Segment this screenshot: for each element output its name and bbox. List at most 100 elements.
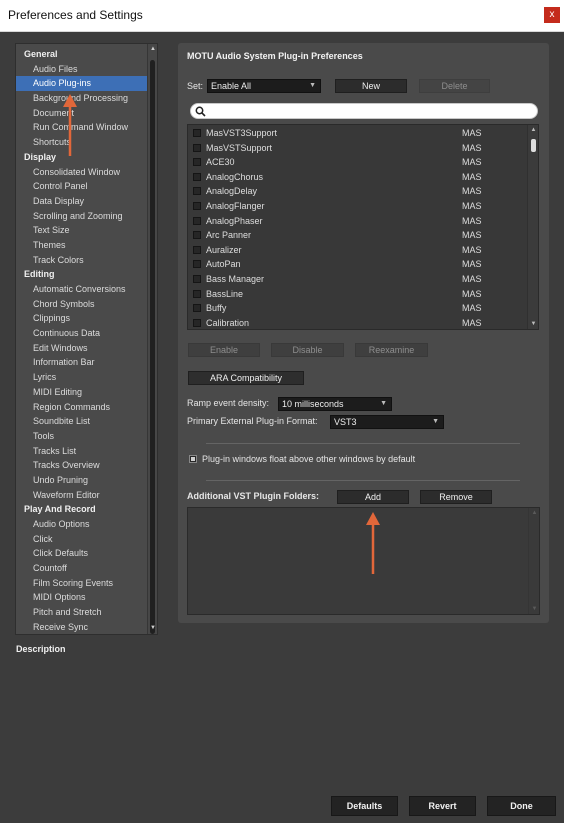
scrollbar-thumb[interactable] <box>531 139 536 152</box>
plugin-row[interactable]: Calibration MAS <box>188 316 528 329</box>
sidebar-item[interactable]: Audio Plug-ins <box>16 76 147 92</box>
scroll-up-icon[interactable]: ▲ <box>528 127 538 133</box>
plugin-row[interactable]: Arc Panner MAS <box>188 228 528 243</box>
sidebar-item[interactable]: Pitch and Stretch <box>16 605 147 620</box>
plugin-type: MAS <box>462 317 482 328</box>
plugin-enable-checkbox[interactable] <box>193 129 201 137</box>
sidebar-item[interactable]: MIDI Options <box>16 590 147 605</box>
sidebar-item[interactable]: Information Bar <box>16 355 147 370</box>
plugin-row[interactable]: MasVSTSupport MAS <box>188 141 528 156</box>
plugin-type: MAS <box>462 288 482 299</box>
sidebar-item[interactable]: Waveform Editor <box>16 488 147 503</box>
plugin-enable-checkbox[interactable] <box>193 275 201 283</box>
set-dropdown[interactable]: Enable All ▼ <box>207 79 321 93</box>
sidebar-item[interactable]: Automatic Conversions <box>16 282 147 297</box>
sidebar-item[interactable]: Consolidated Window <box>16 165 147 180</box>
scroll-down-icon[interactable]: ▼ <box>529 606 540 612</box>
plugin-row[interactable]: MasVST3Support MAS <box>188 126 528 141</box>
new-button[interactable]: New <box>335 79 407 93</box>
sidebar-item[interactable]: Run Command Window <box>16 120 147 135</box>
plugin-enable-checkbox[interactable] <box>193 231 201 240</box>
delete-button[interactable]: Delete <box>419 79 490 93</box>
plugin-row[interactable]: Bass Manager MAS <box>188 272 528 287</box>
plugin-enable-checkbox[interactable] <box>193 143 201 152</box>
sidebar-item[interactable]: Shortcuts <box>16 135 147 150</box>
scroll-down-icon[interactable]: ▼ <box>528 321 538 327</box>
scroll-down-icon[interactable]: ▼ <box>148 623 157 634</box>
sidebar-item[interactable]: Edit Windows <box>16 341 147 356</box>
sidebar-scrollbar[interactable]: ▲ ▼ <box>147 44 157 634</box>
plugin-name: Arc Panner <box>206 230 252 241</box>
vst-folders-list[interactable]: ▲ ▼ <box>187 507 540 615</box>
sidebar-item[interactable]: Tracks Overview <box>16 458 147 473</box>
sidebar-category[interactable]: Display <box>16 150 147 165</box>
sidebar-item[interactable]: Audio Files <box>16 62 147 77</box>
sidebar-item[interactable]: Soundbite List <box>16 414 147 429</box>
plugin-enable-checkbox[interactable] <box>193 172 201 181</box>
sidebar-item[interactable]: Text Size <box>16 223 147 238</box>
add-folder-button[interactable]: Add <box>337 490 409 504</box>
plugin-row[interactable]: AnalogPhaser MAS <box>188 214 528 229</box>
sidebar-item[interactable]: Region Commands <box>16 400 147 415</box>
ramp-density-dropdown[interactable]: 10 milliseconds ▼ <box>278 397 392 411</box>
plugin-enable-checkbox[interactable] <box>193 304 201 313</box>
scrollbar-thumb[interactable] <box>150 60 155 634</box>
enable-button[interactable]: Enable <box>188 343 260 357</box>
sidebar-item[interactable]: Film Scoring Events <box>16 576 147 591</box>
plugin-row[interactable]: Buffy MAS <box>188 301 528 316</box>
plugin-row[interactable]: AnalogFlanger MAS <box>188 199 528 214</box>
plugin-format-dropdown[interactable]: VST3 ▼ <box>330 415 444 429</box>
plugin-row[interactable]: AnalogDelay MAS <box>188 184 528 199</box>
sidebar-item[interactable]: Lyrics <box>16 370 147 385</box>
plugin-enable-checkbox[interactable] <box>193 318 201 327</box>
sidebar-item[interactable]: Background Processing <box>16 91 147 106</box>
sidebar-item[interactable]: Scrolling and Zooming <box>16 209 147 224</box>
sidebar-item[interactable]: Receive Sync <box>16 620 147 634</box>
plugin-enable-checkbox[interactable] <box>193 202 201 210</box>
plugin-list-scrollbar[interactable]: ▲ ▼ <box>527 125 538 329</box>
scroll-up-icon[interactable]: ▲ <box>148 44 157 55</box>
sidebar-item[interactable]: Click Defaults <box>16 546 147 561</box>
sidebar-item[interactable]: Themes <box>16 238 147 253</box>
plugin-row[interactable]: AnalogChorus MAS <box>188 170 528 185</box>
plugin-enable-checkbox[interactable] <box>193 187 201 196</box>
search-field[interactable] <box>190 103 538 119</box>
plugin-row[interactable]: ACE30 MAS <box>188 155 528 170</box>
plugin-enable-checkbox[interactable] <box>193 289 201 298</box>
plugin-enable-checkbox[interactable] <box>193 245 201 254</box>
folders-scrollbar[interactable]: ▲ ▼ <box>528 508 539 614</box>
sidebar-category[interactable]: General <box>16 47 147 62</box>
sidebar-item[interactable]: Tracks List <box>16 444 147 459</box>
reexamine-button[interactable]: Reexamine <box>355 343 428 357</box>
sidebar-item[interactable]: Undo Pruning <box>16 473 147 488</box>
close-button[interactable]: x <box>544 7 560 23</box>
sidebar-item[interactable]: Chord Symbols <box>16 297 147 312</box>
sidebar-item[interactable]: Data Display <box>16 194 147 209</box>
sidebar-item[interactable]: Track Colors <box>16 253 147 268</box>
plugin-enable-checkbox[interactable] <box>193 158 201 167</box>
sidebar-item[interactable]: Countoff <box>16 561 147 576</box>
plugin-row[interactable]: AutoPan MAS <box>188 257 528 272</box>
sidebar-category[interactable]: Play And Record <box>16 502 147 517</box>
sidebar-item[interactable]: Clippings <box>16 311 147 326</box>
revert-button[interactable]: Revert <box>409 796 476 816</box>
plugin-row[interactable]: Auralizer MAS <box>188 243 528 258</box>
sidebar-item[interactable]: MIDI Editing <box>16 385 147 400</box>
sidebar-item[interactable]: Control Panel <box>16 179 147 194</box>
sidebar-category[interactable]: Editing <box>16 267 147 282</box>
sidebar-item[interactable]: Audio Options <box>16 517 147 532</box>
sidebar-item[interactable]: Click <box>16 532 147 547</box>
disable-button[interactable]: Disable <box>271 343 344 357</box>
plugin-row[interactable]: BassLine MAS <box>188 287 528 302</box>
plugin-enable-checkbox[interactable] <box>193 260 201 269</box>
defaults-button[interactable]: Defaults <box>331 796 398 816</box>
scroll-up-icon[interactable]: ▲ <box>529 510 540 516</box>
sidebar-item[interactable]: Document <box>16 106 147 121</box>
done-button[interactable]: Done <box>487 796 556 816</box>
plugin-enable-checkbox[interactable] <box>193 216 201 225</box>
sidebar-item[interactable]: Continuous Data <box>16 326 147 341</box>
remove-folder-button[interactable]: Remove <box>420 490 492 504</box>
float-windows-checkbox[interactable] <box>189 455 197 463</box>
sidebar-item[interactable]: Tools <box>16 429 147 444</box>
ara-compatibility-button[interactable]: ARA Compatibility <box>188 371 304 385</box>
